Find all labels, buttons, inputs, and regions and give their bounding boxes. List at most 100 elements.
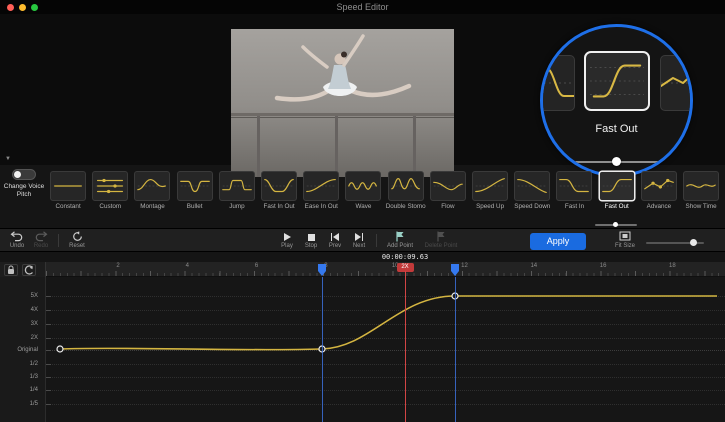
playhead-line[interactable] (405, 271, 406, 422)
ruler-tick-label: 12 (461, 263, 468, 269)
prev-icon (324, 231, 346, 242)
collapse-panel-icon[interactable]: ▼ (5, 156, 11, 162)
fit-size-icon (608, 231, 642, 242)
next-frame-button[interactable]: Next (348, 231, 370, 249)
preset-thumbnail (177, 171, 213, 201)
curve-handle-start[interactable] (57, 346, 63, 352)
preset-label: Jump (216, 203, 258, 210)
toolbar-separator (376, 234, 377, 247)
speed-axis: 5X4X3X2XOriginal1/21/31/41/5 (0, 277, 46, 422)
redo-label: Redo (30, 243, 52, 249)
stop-button[interactable]: Stop (300, 231, 322, 249)
ruler-tick-label: 4 (186, 263, 189, 269)
preset-thumbnail (683, 171, 719, 201)
preset-label: Bullet (174, 203, 216, 210)
fit-size-button[interactable]: Fit Size (608, 231, 642, 249)
preset-thumbnail (303, 171, 339, 201)
redo-icon (30, 231, 52, 242)
preset-thumbnail (472, 171, 508, 201)
add-point-button[interactable]: Add Point (382, 231, 418, 249)
prev-frame-button[interactable]: Prev (324, 231, 346, 249)
ruler-tick-label: 6 (255, 263, 258, 269)
video-preview (231, 29, 454, 177)
next-icon (348, 231, 370, 242)
preset-fast-in[interactable]: Fast In (553, 171, 595, 210)
play-button[interactable]: Play (276, 231, 298, 249)
reset-label: Reset (64, 243, 90, 249)
voice-pitch-control: Change Voice Pitch (2, 169, 46, 199)
keyframe-line-2 (455, 277, 456, 422)
delete-point-button[interactable]: Delete Point (420, 231, 462, 249)
preset-label: Double Stomo (385, 203, 427, 210)
speed-curve-panel[interactable]: 5X4X3X2XOriginal1/21/31/41/5 (0, 277, 725, 422)
preset-speed-slider-knob[interactable] (613, 222, 618, 227)
preset-thumbnail (261, 171, 297, 201)
preset-fast-in-out[interactable]: Fast In Out (258, 171, 300, 210)
preset-speed-down[interactable]: Speed Down (511, 171, 553, 210)
magnified-fast-out-thumbnail (584, 51, 650, 111)
preset-custom[interactable]: Custom (89, 171, 131, 210)
current-timecode: 00:00:09.63 (365, 252, 445, 262)
speed-level-label: 1/4 (2, 386, 38, 394)
speed-curve[interactable] (46, 277, 725, 422)
zoom-slider-knob[interactable] (690, 239, 697, 246)
fit-size-label: Fit Size (608, 243, 642, 249)
axis-tick (46, 364, 51, 365)
speed-level-label: 3X (2, 320, 38, 328)
dancer-illustration (231, 29, 454, 177)
preset-label: Fast Out (596, 203, 638, 210)
lock-button[interactable] (4, 264, 18, 276)
preset-bullet[interactable]: Bullet (174, 171, 216, 210)
delete-point-label: Delete Point (420, 243, 462, 249)
preset-montage[interactable]: Montage (131, 171, 173, 210)
curve-mode-icon (24, 265, 34, 275)
preset-label: Fast In (553, 203, 595, 210)
redo-button[interactable]: Redo (30, 231, 52, 249)
preset-advance[interactable]: Advance (638, 171, 680, 210)
ruler-tick-label: 2 (116, 263, 119, 269)
preset-jump[interactable]: Jump (216, 171, 258, 210)
voice-pitch-label: Change Voice Pitch (2, 183, 46, 199)
axis-tick (46, 310, 51, 311)
axis-tick (46, 377, 51, 378)
timeline-zoom-slider[interactable] (646, 238, 704, 248)
undo-button[interactable]: Undo (6, 231, 28, 249)
preset-speed-up[interactable]: Speed Up (469, 171, 511, 210)
speed-level-label: Original (2, 346, 38, 354)
axis-tick (46, 390, 51, 391)
toolbar: Undo Redo Reset Play Stop Prev Next Add … (0, 228, 725, 252)
apply-button[interactable]: Apply (530, 233, 586, 250)
preset-flow[interactable]: Flow (427, 171, 469, 210)
prev-label: Prev (324, 243, 346, 249)
preset-thumbnail (92, 171, 128, 201)
preset-ease-in-out[interactable]: Ease In Out (300, 171, 342, 210)
axis-tick (46, 338, 51, 339)
ruler-corner (0, 262, 46, 277)
title-bar: Speed Editor (0, 0, 725, 14)
callout-speed-slider-knob[interactable] (612, 157, 621, 166)
curve-mode-button[interactable] (22, 264, 36, 276)
toggle-knob-icon (14, 171, 21, 178)
preset-constant[interactable]: Constant (47, 171, 89, 210)
preset-label: Fast In Out (258, 203, 300, 210)
reset-icon (64, 231, 90, 242)
preset-thumbnail (641, 171, 677, 201)
ruler-unit-ticks (46, 271, 725, 276)
preset-wave[interactable]: Wave (342, 171, 384, 210)
speed-level-label: 1/3 (2, 373, 38, 381)
ruler-tick-label: 18 (669, 263, 676, 269)
preset-thumbnail (556, 171, 592, 201)
voice-pitch-toggle[interactable] (12, 169, 36, 180)
timecode-strip: 00:00:09.63 (0, 252, 725, 262)
preset-fast-out[interactable]: Fast Out (596, 171, 638, 210)
timeline-ruler[interactable]: 24681012141618 2X (0, 262, 725, 277)
preset-label: Speed Down (511, 203, 553, 210)
reset-button[interactable]: Reset (64, 231, 90, 249)
preset-double-stomo[interactable]: Double Stomo (385, 171, 427, 210)
preset-show-time[interactable]: Show Time (680, 171, 722, 210)
delete-point-flag-icon (420, 231, 462, 242)
next-label: Next (348, 243, 370, 249)
preset-thumbnail (345, 171, 381, 201)
undo-label: Undo (6, 243, 28, 249)
preset-label: Custom (89, 203, 131, 210)
